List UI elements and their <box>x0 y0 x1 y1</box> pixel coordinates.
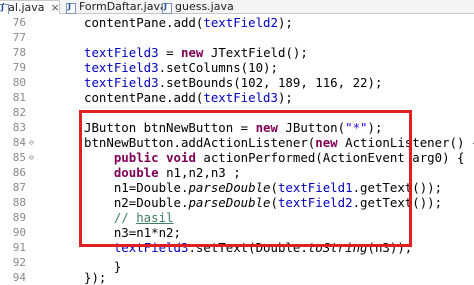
tab-label: FormDaftar.java <box>79 0 167 13</box>
tab-guess-java[interactable]: guess.java <box>162 0 234 14</box>
line-number: 81 <box>12 91 26 104</box>
line-number: 79 <box>12 61 26 74</box>
line-number: 94 <box>12 271 26 284</box>
line-number: 77 <box>12 31 26 44</box>
code-line[interactable]: 80 textField3.setBounds(102, 189, 116, 2… <box>0 75 474 90</box>
code-text[interactable]: textField3.setBounds(102, 189, 116, 22); <box>84 75 382 90</box>
line-number: 78 <box>12 46 26 59</box>
code-line[interactable]: 94 }); <box>0 270 474 285</box>
highlight-box <box>79 110 412 247</box>
line-number: 84 <box>12 136 26 149</box>
code-line[interactable]: 81 contentPane.add(textField3); <box>0 90 474 105</box>
close-tab-icon[interactable]: × <box>51 1 60 14</box>
fold-collapse-icon[interactable]: ⊖ <box>29 153 34 162</box>
code-text[interactable]: contentPane.add(textField3); <box>84 90 293 105</box>
line-number: 91 <box>12 241 26 254</box>
fold-collapse-icon[interactable]: ⊖ <box>29 138 34 147</box>
code-text[interactable]: textField3 = new JTextField(); <box>84 45 308 60</box>
tab-formdaftar-java[interactable]: FormDaftar.java <box>66 0 167 14</box>
code-line[interactable]: 77 <box>0 30 474 45</box>
code-line[interactable]: 78 textField3 = new JTextField(); <box>0 45 474 60</box>
java-file-icon <box>162 2 172 14</box>
java-file-icon <box>66 2 76 14</box>
line-number: 89 <box>12 211 26 224</box>
code-text[interactable]: contentPane.add(textField2); <box>84 15 293 30</box>
code-line[interactable]: 76 contentPane.add(textField2); <box>0 15 474 30</box>
line-number: 80 <box>12 76 26 89</box>
tab-label: guess.java <box>175 0 234 13</box>
code-line[interactable]: } <box>0 255 474 274</box>
line-number: 82 <box>12 106 26 119</box>
line-number: 88 <box>12 196 26 209</box>
line-number: 76 <box>12 16 26 29</box>
editor-tab-bar: kal.java × FormDaftar.java guess.java <box>0 0 474 15</box>
line-number: 86 <box>12 166 26 179</box>
code-line[interactable]: 79 textField3.setColumns(10); <box>0 60 474 75</box>
line-number: 85 <box>12 151 26 164</box>
line-number: 83 <box>12 121 26 134</box>
tab-kal-java[interactable]: kal.java × <box>0 0 60 15</box>
code-text[interactable]: textField3.setColumns(10); <box>84 60 278 75</box>
line-number: 90 <box>12 226 26 239</box>
code-text[interactable]: }); <box>84 270 106 285</box>
line-number: 87 <box>12 181 26 194</box>
